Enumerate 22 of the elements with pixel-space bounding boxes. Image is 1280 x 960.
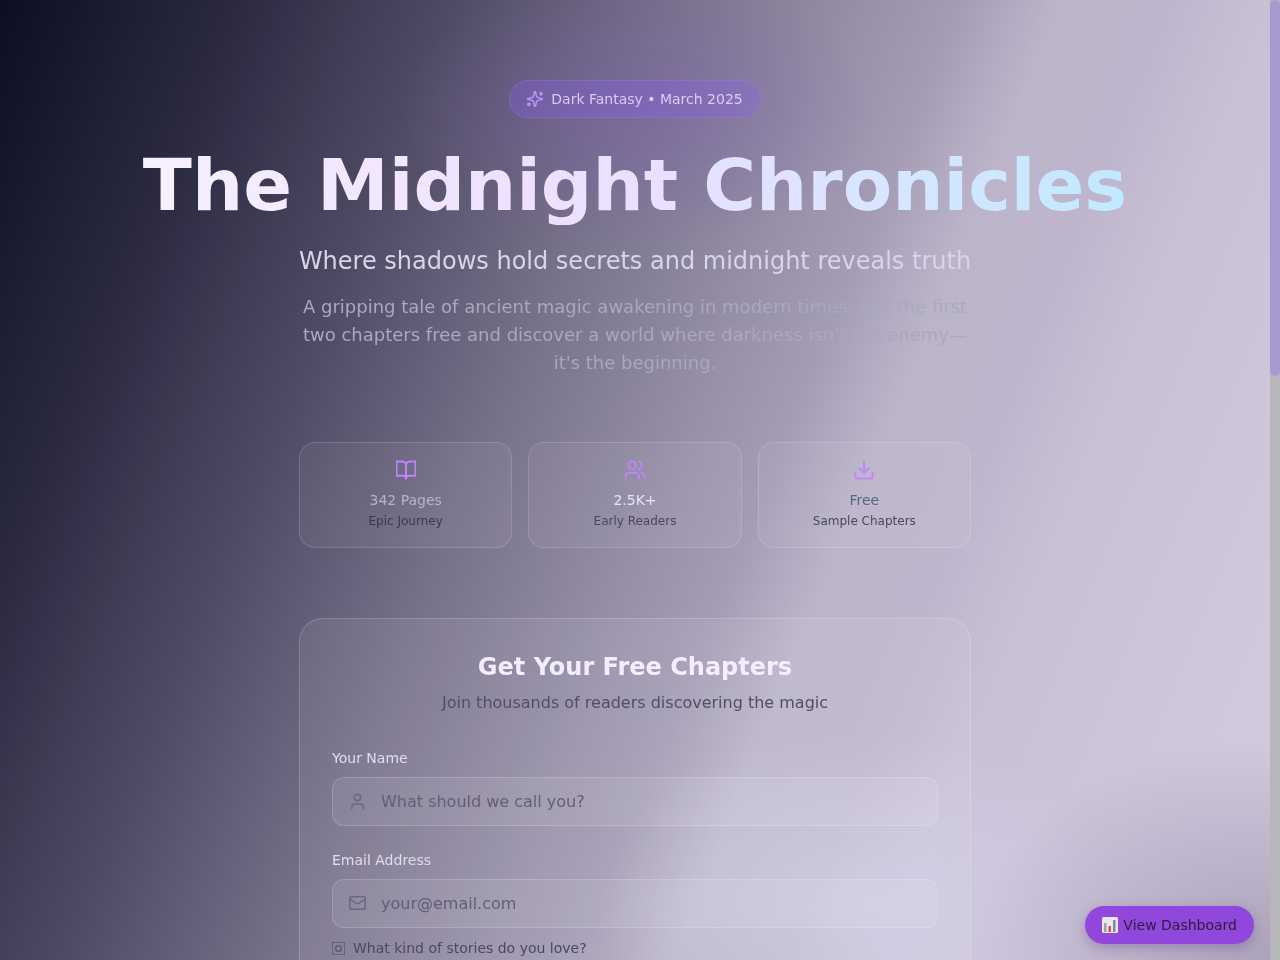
bar-chart-icon <box>1102 917 1119 933</box>
users-icon <box>625 460 645 480</box>
form-title: Get Your Free Chapters <box>476 652 794 683</box>
stat-value: Free <box>849 491 880 510</box>
stat-label: Early Readers <box>593 513 677 530</box>
stat-value: 342 Pages <box>369 491 442 510</box>
stat-value: 2.5K+ <box>613 491 657 510</box>
field-label: Email Address <box>332 851 432 870</box>
scrollbar-thumb[interactable] <box>1270 0 1280 376</box>
stat-label: Epic Journey <box>368 513 443 530</box>
open-book-icon <box>395 460 416 480</box>
field-label: Your Name <box>332 749 408 768</box>
view-dashboard-button[interactable]: View Dashboard <box>1085 906 1254 944</box>
sparkles-icon <box>527 91 544 107</box>
download-icon <box>854 460 875 480</box>
rounded-square-icon <box>332 941 345 955</box>
form-subtitle: Join thousands of readers discovering the magic <box>440 692 830 714</box>
user-icon <box>349 793 366 810</box>
badge-text: Dark Fantasy • March 2025 <box>551 91 743 107</box>
envelope-icon <box>349 896 366 910</box>
field-label: What kind of stories do you love? <box>353 940 587 956</box>
stat-label: Sample Chapters <box>812 513 916 530</box>
